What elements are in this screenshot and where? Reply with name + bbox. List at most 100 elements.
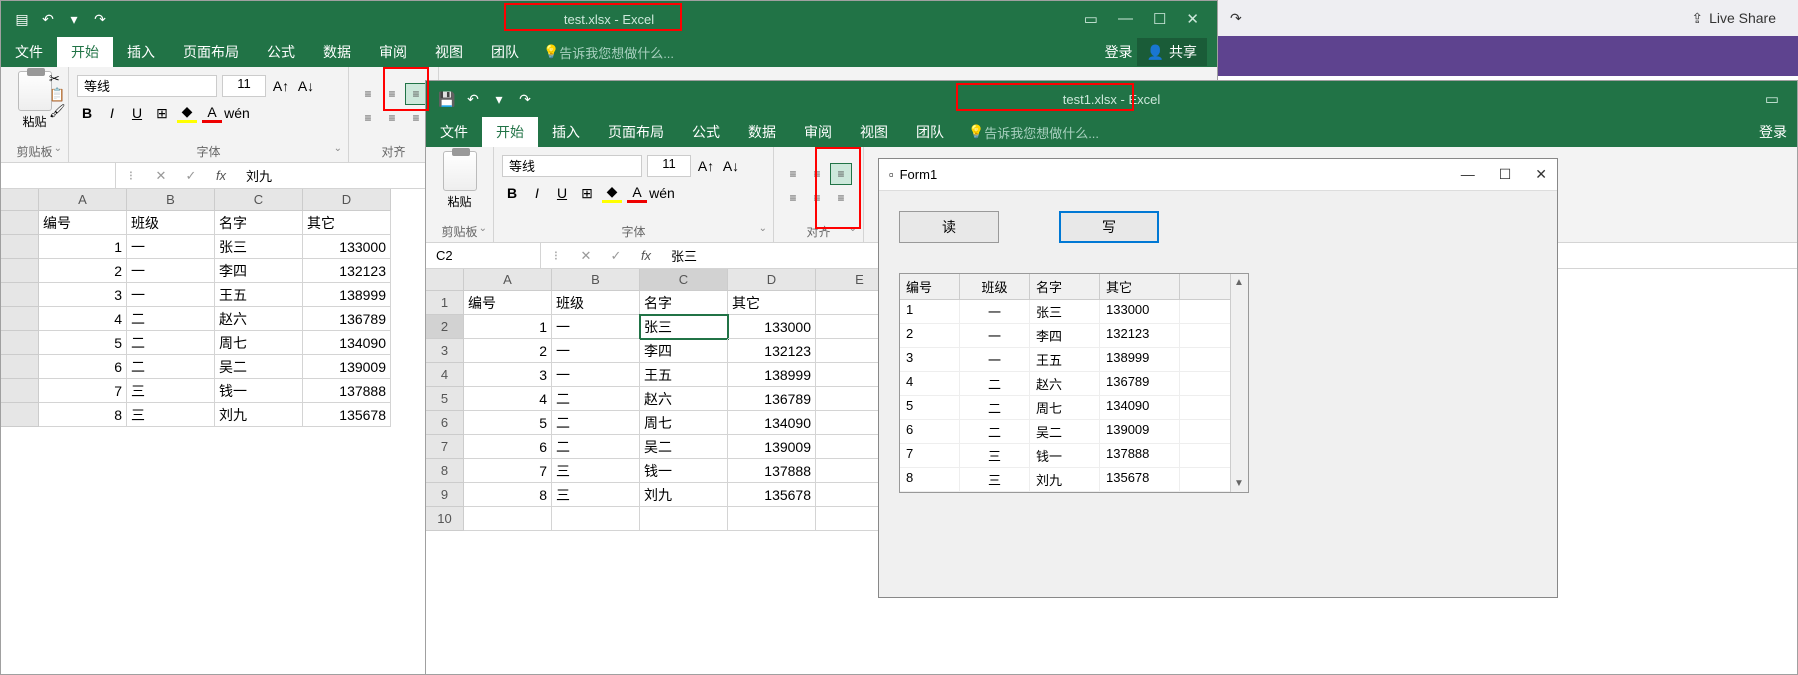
cell[interactable]: 一 xyxy=(552,363,640,387)
table-row[interactable]: 2一李四132123 xyxy=(900,324,1248,348)
cell[interactable]: 二 xyxy=(552,435,640,459)
cell[interactable]: 7 xyxy=(464,459,552,483)
cell[interactable]: 2 xyxy=(464,339,552,363)
data-grid[interactable]: 编号 班级 名字 其它 1一张三1330002一李四1321233一王五1389… xyxy=(899,273,1249,493)
align-left[interactable]: ≡ xyxy=(782,187,804,209)
cell[interactable]: 138999 xyxy=(728,363,816,387)
phonetic-icon[interactable]: wén xyxy=(652,183,672,203)
table-row[interactable]: 7三钱一137888 xyxy=(900,444,1248,468)
italic-button[interactable]: I xyxy=(527,183,547,203)
cell[interactable]: 133000 xyxy=(728,315,816,339)
align-bottom[interactable]: ≡ xyxy=(405,83,427,105)
cell[interactable]: 136789 xyxy=(728,387,816,411)
cell[interactable]: 137888 xyxy=(303,379,391,403)
read-button[interactable]: 读 xyxy=(899,211,999,243)
cell[interactable]: 8 xyxy=(39,403,127,427)
cancel-icon[interactable]: ✕ xyxy=(146,168,176,184)
cell[interactable]: 135678 xyxy=(728,483,816,507)
grow-font-icon[interactable]: A↑ xyxy=(271,76,291,96)
shrink-font-icon[interactable]: A↓ xyxy=(296,76,316,96)
cell[interactable]: 班级 xyxy=(127,211,215,235)
font-select[interactable]: 等线 xyxy=(502,155,642,177)
grid-header[interactable]: 其它 xyxy=(1100,274,1180,299)
cell[interactable]: 135678 xyxy=(303,403,391,427)
row-header[interactable]: 5 xyxy=(426,387,464,411)
cell[interactable]: 班级 xyxy=(552,291,640,315)
tab-view[interactable]: 视图 xyxy=(421,37,477,67)
minimize-icon[interactable]: — xyxy=(1118,10,1133,28)
row-header[interactable] xyxy=(1,355,39,379)
cell[interactable]: 7 xyxy=(39,379,127,403)
row-header[interactable] xyxy=(1,235,39,259)
col-header[interactable]: D xyxy=(728,269,816,291)
tab-review[interactable]: 审阅 xyxy=(365,37,421,67)
redo-icon[interactable]: ↷ xyxy=(516,90,534,108)
cell[interactable]: 138999 xyxy=(303,283,391,307)
fx-icon[interactable]: fx xyxy=(631,248,661,263)
tab-data[interactable]: 数据 xyxy=(734,117,790,147)
row-header[interactable]: 6 xyxy=(426,411,464,435)
align-center[interactable]: ≡ xyxy=(381,107,403,129)
row-header[interactable]: 3 xyxy=(426,339,464,363)
tellme-input[interactable]: 💡 告诉我您想做什么... xyxy=(543,37,674,67)
cell[interactable]: 刘九 xyxy=(215,403,303,427)
size-select[interactable]: 11 xyxy=(647,155,691,177)
col-header[interactable]: B xyxy=(127,189,215,211)
cell[interactable]: 二 xyxy=(552,411,640,435)
ribbon-opts-icon[interactable]: ▭ xyxy=(1765,90,1779,108)
expand-icon[interactable]: ⁝ xyxy=(116,168,146,184)
cell[interactable]: 6 xyxy=(39,355,127,379)
row-header[interactable] xyxy=(1,403,39,427)
cell[interactable]: 李四 xyxy=(640,339,728,363)
more-icon[interactable]: ▾ xyxy=(490,90,508,108)
cell[interactable]: 134090 xyxy=(303,331,391,355)
cell[interactable]: 133000 xyxy=(303,235,391,259)
cell[interactable]: 赵六 xyxy=(640,387,728,411)
tab-view[interactable]: 视图 xyxy=(846,117,902,147)
row-header[interactable] xyxy=(1,307,39,331)
border-icon[interactable]: ⊞ xyxy=(577,183,597,203)
border-icon[interactable]: ⊞ xyxy=(152,103,172,123)
cell[interactable]: 132123 xyxy=(303,259,391,283)
tab-layout[interactable]: 页面布局 xyxy=(594,117,678,147)
cell[interactable]: 139009 xyxy=(728,435,816,459)
cell[interactable]: 一 xyxy=(127,235,215,259)
cell[interactable]: 一 xyxy=(127,259,215,283)
cell[interactable]: 2 xyxy=(39,259,127,283)
cell[interactable]: 编号 xyxy=(39,211,127,235)
ribbon-opts-icon[interactable]: ▭ xyxy=(1084,10,1098,28)
align-middle[interactable]: ≡ xyxy=(381,83,403,105)
cell[interactable]: 名字 xyxy=(640,291,728,315)
cancel-icon[interactable]: ✕ xyxy=(571,248,601,264)
cell[interactable]: 其它 xyxy=(303,211,391,235)
tab-formulas[interactable]: 公式 xyxy=(678,117,734,147)
cell[interactable]: 周七 xyxy=(640,411,728,435)
cell[interactable]: 5 xyxy=(464,411,552,435)
cell[interactable]: 三 xyxy=(127,379,215,403)
row-header[interactable]: 4 xyxy=(426,363,464,387)
underline-button[interactable]: U xyxy=(552,183,572,203)
row-header[interactable]: 1 xyxy=(426,291,464,315)
live-share-button[interactable]: ⇪ Live Share xyxy=(1691,10,1776,27)
tab-home[interactable]: 开始 xyxy=(482,117,538,147)
fx-icon[interactable]: fx xyxy=(206,168,236,183)
cell[interactable]: 王五 xyxy=(640,363,728,387)
select-all[interactable] xyxy=(426,269,464,291)
align-top[interactable]: ≡ xyxy=(782,163,804,185)
tab-layout[interactable]: 页面布局 xyxy=(169,37,253,67)
close-icon[interactable]: ✕ xyxy=(1535,166,1547,183)
login-link[interactable]: 登录 xyxy=(1759,122,1787,142)
cell[interactable]: 4 xyxy=(464,387,552,411)
close-icon[interactable]: ✕ xyxy=(1186,10,1199,28)
undo-icon[interactable]: ↶ xyxy=(39,10,57,28)
align-top[interactable]: ≡ xyxy=(357,83,379,105)
row-header[interactable]: 10 xyxy=(426,507,464,531)
cell[interactable]: 二 xyxy=(552,387,640,411)
row-header[interactable]: 9 xyxy=(426,483,464,507)
tab-file[interactable]: 文件 xyxy=(1,37,57,67)
row-header[interactable] xyxy=(1,331,39,355)
cell[interactable]: 1 xyxy=(464,315,552,339)
cell[interactable]: 8 xyxy=(464,483,552,507)
cell[interactable]: 3 xyxy=(464,363,552,387)
grid-header[interactable]: 名字 xyxy=(1030,274,1100,299)
